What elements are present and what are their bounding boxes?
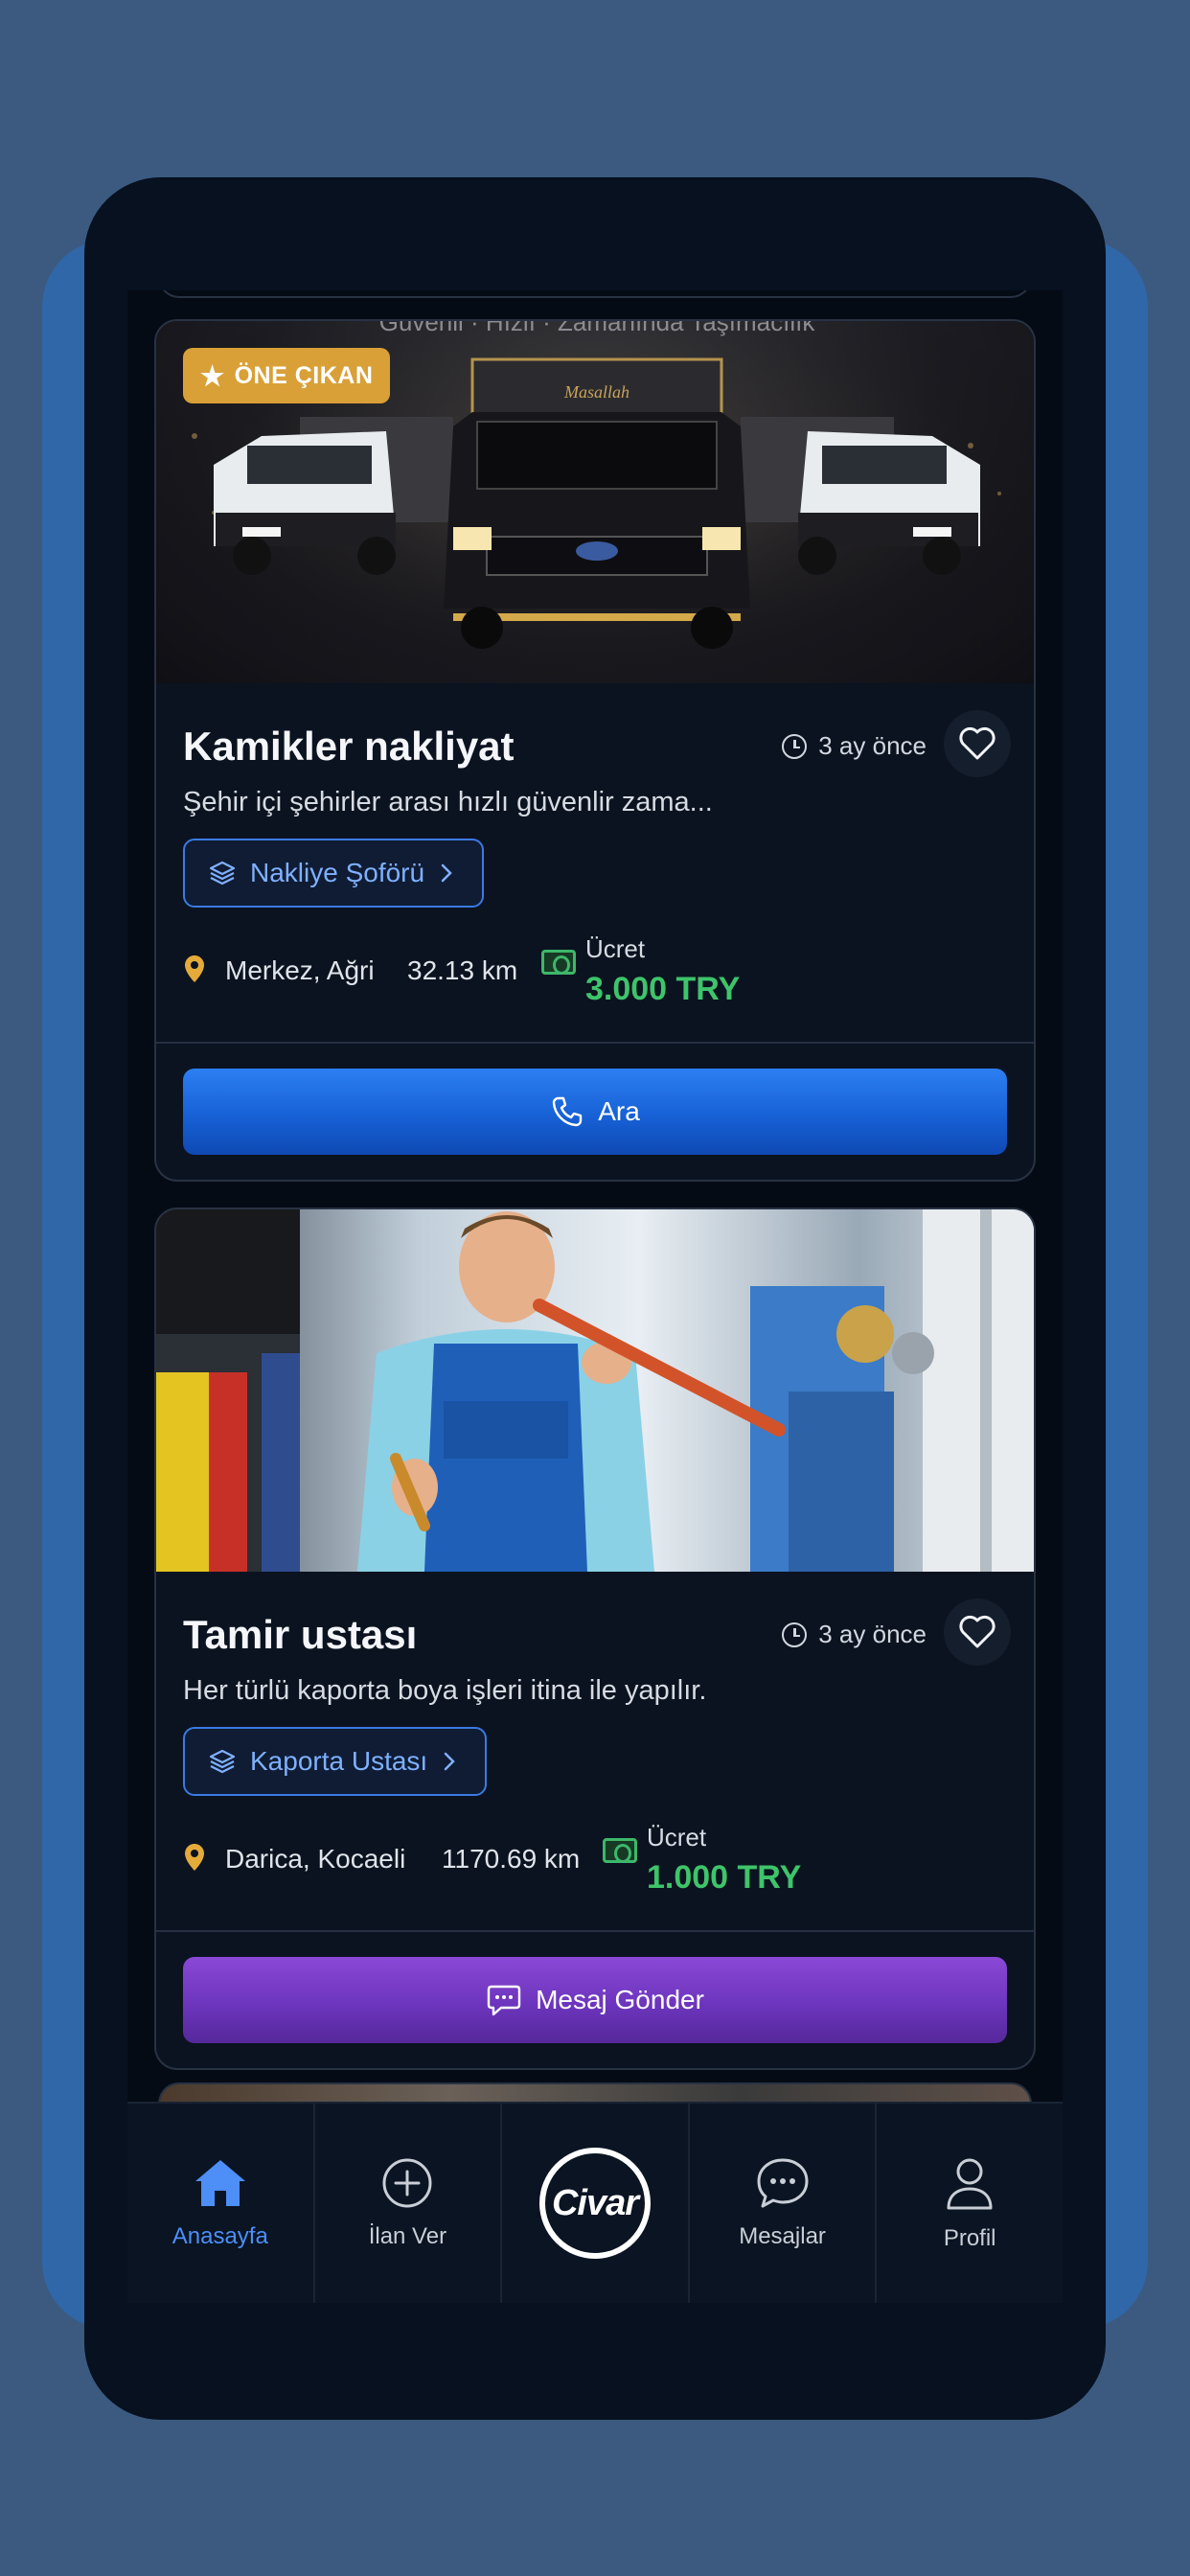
money-icon [603,1838,637,1863]
location-pin-icon [185,955,204,982]
price-value: 1.000 TRY [647,1859,802,1896]
listing-description: Her türlü kaporta boya işleri itina ile … [183,1675,707,1706]
phone-frame: Güvenli · Hızlı · Zamanında Taşımacılık [84,177,1106,2420]
price-label: Ücret [585,934,646,963]
listing-card[interactable]: Güvenli · Hızlı · Zamanında Taşımacılık [154,319,1036,1182]
bottom-tab-bar: Anasayfa İlan Ver Civar Mesajlar Profil [127,2102,1063,2303]
listing-time: 3 ay önce [782,731,927,761]
card-divider [156,1930,1034,1932]
listing-distance: 32.13 km [407,955,518,985]
add-circle-icon [382,2158,432,2208]
call-button-label: Ara [598,1096,640,1126]
location-pin-icon [185,1844,204,1871]
svg-text:Güvenli · Hızlı · Zamanında Ta: Güvenli · Hızlı · Zamanında Taşımacılık [379,321,816,336]
category-chip[interactable]: Nakliye Şoförü [183,839,485,908]
heart-icon [959,726,995,760]
call-button[interactable]: Ara [183,1069,1007,1155]
listing-location: Darica, Kocaeli [225,1844,406,1874]
listing-location: Merkez, Ağri [225,955,375,985]
listing-time: 3 ay önce [782,1620,927,1649]
chat-icon [487,1985,521,2016]
tab-messages-label: Mesajlar [739,2223,826,2249]
listing-image-worker[interactable] [156,1209,1034,1572]
listing-description: Şehir içi şehirler arası hızlı güvenlir … [183,787,713,817]
featured-badge: ★ ÖNE ÇIKAN [183,348,391,403]
chat-bubble-icon [757,2158,809,2208]
star-icon: ★ [200,360,225,391]
clock-icon [782,733,808,759]
phone-icon [553,1096,583,1127]
listing-time-label: 3 ay önce [818,731,927,760]
category-chip[interactable]: Kaporta Ustası [183,1727,488,1796]
previous-card-edge [158,290,1032,298]
category-label: Nakliye Şoförü [250,858,425,887]
tab-post-ad-label: İlan Ver [368,2223,447,2249]
price-value: 3.000 TRY [585,971,741,1007]
listing-title: Kamikler nakliyat [183,724,515,769]
chevron-right-icon [441,863,452,883]
civar-logo: Civar [538,2148,651,2259]
layers-icon [209,861,236,886]
send-message-label: Mesaj Gönder [536,1985,704,2014]
price-label: Ücret [647,1823,707,1852]
listing-time-label: 3 ay önce [818,1620,927,1648]
featured-badge-label: ÖNE ÇIKAN [234,361,374,389]
chevron-right-icon [444,1752,455,1771]
listing-card-body: Tamir ustası 3 ay önce Her türlü kaporta… [156,1572,1034,2068]
category-label: Kaporta Ustası [250,1746,428,1776]
worker-illustration [156,1209,1034,1572]
tab-messages[interactable]: Mesajlar [690,2104,878,2303]
home-icon [195,2160,245,2206]
favorite-button[interactable] [944,1598,1011,1666]
listing-distance: 1170.69 km [442,1844,581,1874]
app-screen: Güvenli · Hızlı · Zamanında Taşımacılık [127,290,1063,2303]
favorite-button[interactable] [944,710,1011,777]
tab-home-label: Anasayfa [172,2223,268,2249]
listing-meta: Merkez, Ağri 32.13 km Ücret 3.000 TRY [183,934,1007,1030]
listing-meta: Darica, Kocaeli 1170.69 km Ücret 1.000 T… [183,1823,1007,1919]
listing-title: Tamir ustası [183,1612,418,1657]
tab-profile[interactable]: Profil [877,2104,1063,2303]
clock-icon [782,1622,808,1647]
listing-card[interactable]: Tamir ustası 3 ay önce Her türlü kaporta… [154,1208,1036,2070]
send-message-button[interactable]: Mesaj Gönder [183,1957,1007,2043]
card-divider [156,1042,1034,1044]
tab-profile-label: Profil [943,2225,996,2251]
user-icon [947,2158,993,2210]
tab-home[interactable]: Anasayfa [127,2104,315,2303]
layers-icon [209,1749,236,1774]
tab-post-ad[interactable]: İlan Ver [315,2104,503,2303]
heart-icon [959,1615,995,1648]
listing-image-vans[interactable]: Güvenli · Hızlı · Zamanında Taşımacılık [156,321,1034,683]
tab-civar-logo[interactable]: Civar [502,2104,690,2303]
listing-card-body: Kamikler nakliyat 3 ay önce Şehir içi şe… [156,683,1034,1180]
money-icon [541,950,576,975]
svg-text:Masallah: Masallah [563,382,629,402]
